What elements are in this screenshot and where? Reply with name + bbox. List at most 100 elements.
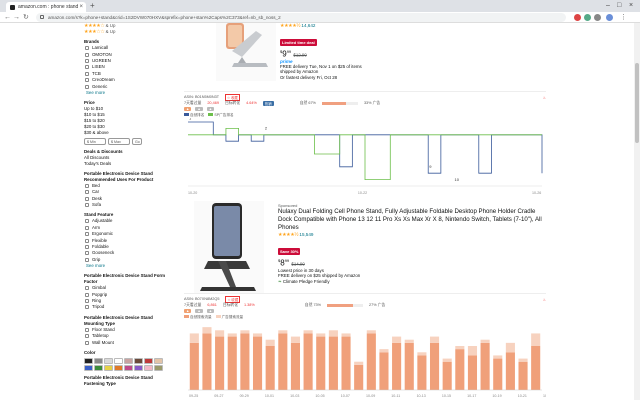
color-swatch[interactable]: [84, 357, 93, 364]
search-results: ★★★★½ 14,642 Limited time deal $999 $12.…: [176, 23, 556, 400]
checkbox-icon[interactable]: [85, 232, 89, 237]
extension-icon[interactable]: [584, 14, 591, 21]
color-swatch[interactable]: [94, 357, 103, 364]
uses-filter-item[interactable]: Sofa: [84, 202, 172, 208]
chart-tab[interactable]: ▲: [184, 107, 192, 111]
reload-icon[interactable]: ↻: [23, 12, 29, 23]
back-icon[interactable]: ←: [4, 12, 11, 23]
bar-ad: [328, 330, 338, 337]
chart-tab[interactable]: ▲: [206, 107, 215, 111]
checkbox-icon[interactable]: [85, 196, 89, 201]
color-swatch[interactable]: [104, 357, 113, 364]
organic-ad-bar: [327, 303, 364, 307]
color-swatch[interactable]: [94, 364, 103, 371]
legend-sp[interactable]: SP广告排名: [208, 112, 234, 118]
mounting-filter-item[interactable]: Wall Mount: [84, 339, 172, 345]
brands-filter-label: OMOTON: [92, 51, 112, 57]
checkbox-icon[interactable]: [85, 251, 89, 256]
bar-organic: [480, 342, 490, 390]
color-swatch[interactable]: [114, 364, 123, 371]
close-window-icon[interactable]: ×: [629, 0, 633, 12]
features-see-more[interactable]: See more: [84, 263, 172, 269]
new-tab-icon[interactable]: +: [90, 1, 95, 10]
legend-organic[interactable]: 自然排名: [184, 112, 204, 118]
favorite-badge[interactable]: ☆ 收藏: [225, 93, 240, 101]
color-swatch[interactable]: [154, 364, 163, 371]
x-tick-label: 10-17: [467, 394, 476, 398]
features-filter-label: Flexible: [92, 237, 108, 243]
favorite-badge[interactable]: ☆ 收藏: [225, 295, 241, 303]
extension-icon[interactable]: [574, 14, 581, 21]
price-go-button[interactable]: Go: [132, 137, 142, 145]
product-rating[interactable]: ★★★★½ 15,549: [278, 232, 546, 238]
brands-filter-label: LISEN: [92, 64, 105, 70]
browser-tab[interactable]: amazon.com : phone stand ×: [6, 2, 86, 12]
product-rating[interactable]: ★★★★½ 14,642: [280, 23, 540, 29]
price-max-input[interactable]: $ Max: [108, 137, 130, 145]
product-image[interactable]: [216, 23, 276, 81]
checkbox-icon[interactable]: [85, 78, 89, 83]
brands-see-more[interactable]: See more: [84, 90, 172, 96]
checkbox-icon[interactable]: [85, 65, 89, 70]
color-swatch[interactable]: [134, 357, 143, 364]
color-swatch[interactable]: [124, 364, 133, 371]
maximize-icon[interactable]: □: [617, 0, 621, 12]
deals-filter-item[interactable]: Today's Deals: [84, 161, 172, 167]
price-min-input[interactable]: $ Min: [84, 137, 106, 145]
checkbox-icon[interactable]: [85, 190, 89, 195]
color-swatch[interactable]: [114, 357, 123, 364]
checkbox-icon[interactable]: [85, 305, 89, 310]
checkbox-icon[interactable]: [85, 84, 89, 89]
checkbox-icon[interactable]: [85, 340, 89, 345]
close-tab-icon[interactable]: ×: [79, 2, 83, 12]
color-swatch[interactable]: [154, 357, 163, 364]
form-filter-item[interactable]: Tripod: [84, 304, 172, 310]
checkbox-icon[interactable]: [85, 225, 89, 230]
checkbox-icon[interactable]: [85, 238, 89, 243]
product-image[interactable]: [194, 201, 264, 293]
checkbox-icon[interactable]: [85, 257, 89, 262]
chart-tab[interactable]: ▲: [206, 309, 215, 313]
color-swatch[interactable]: [84, 364, 93, 371]
checkbox-icon[interactable]: [85, 52, 89, 57]
checkbox-icon[interactable]: [85, 219, 89, 224]
rating-filter-3[interactable]: ★★★☆☆ & Up: [84, 29, 172, 35]
address-bar[interactable]: amazon.com/s?k=phone+stand&crid=1S2DVW07…: [36, 13, 566, 22]
price-filter-item[interactable]: $30 & above: [84, 130, 172, 136]
legend-organic[interactable]: 自然搜索流量: [184, 314, 212, 320]
legend-ad[interactable]: 广告搜索流量: [215, 314, 243, 320]
color-swatch[interactable]: [104, 364, 113, 371]
color-swatch[interactable]: [124, 357, 133, 364]
checkbox-icon[interactable]: [85, 299, 89, 303]
color-swatch[interactable]: [144, 357, 153, 364]
product-title[interactable]: Nulaxy Dual Folding Cell Phone Stand, Fu…: [278, 208, 546, 232]
bar-ad: [442, 358, 452, 362]
forward-icon[interactable]: →: [13, 12, 20, 23]
checkbox-icon[interactable]: [85, 203, 89, 208]
mounting-filter-label: Tabletop: [92, 333, 109, 339]
checkbox-icon[interactable]: [85, 245, 89, 250]
checkbox-icon[interactable]: [85, 183, 89, 188]
chart-tab[interactable]: ▲: [184, 309, 192, 313]
checkbox-icon[interactable]: [85, 292, 89, 297]
color-swatch[interactable]: [144, 364, 153, 371]
checkbox-icon[interactable]: [85, 334, 89, 339]
menu-dots-icon[interactable]: ⋮: [620, 12, 627, 23]
chart-tab[interactable]: ▲: [195, 309, 203, 313]
profile-avatar[interactable]: [606, 14, 613, 21]
checkbox-icon[interactable]: [85, 58, 89, 63]
page-scrollbar[interactable]: [634, 23, 640, 400]
color-swatch[interactable]: [134, 364, 143, 371]
checkbox-icon[interactable]: [85, 286, 89, 291]
checkbox-icon[interactable]: [85, 71, 89, 76]
chart-tab[interactable]: ▲: [195, 107, 203, 111]
bar-organic: [455, 349, 465, 390]
checkbox-icon[interactable]: [85, 46, 89, 51]
minimize-icon[interactable]: –: [606, 0, 610, 12]
bar-ad: [429, 336, 440, 343]
climate-pledge[interactable]: ❧ Climate Pledge Friendly: [278, 279, 546, 285]
checkbox-icon[interactable]: [85, 327, 89, 332]
scrollbar-thumb[interactable]: [635, 63, 639, 143]
views-label: 7天看过量: [184, 302, 202, 307]
extensions-puzzle-icon[interactable]: [594, 14, 601, 21]
